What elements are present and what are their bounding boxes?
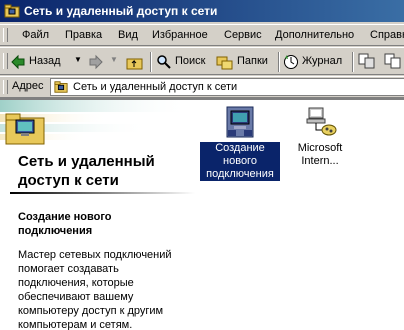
network-connection-icon — [306, 107, 337, 136]
search-button[interactable]: Поиск — [156, 52, 210, 72]
toolbar-separator — [150, 52, 152, 72]
network-folder-large-icon — [5, 113, 45, 145]
address-grip[interactable] — [3, 80, 8, 94]
up-folder-button[interactable] — [126, 52, 146, 72]
internet-connection-label: Microsoft Intern... — [297, 142, 343, 167]
history-icon — [284, 55, 298, 69]
address-label: Адрес — [12, 80, 44, 92]
selected-item-description: Мастер сетевых подключений помогает созд… — [18, 249, 172, 330]
new-connection-label: Создание нового подключения — [200, 142, 280, 181]
menu-help[interactable]: Справка — [370, 29, 404, 41]
history-button[interactable]: Журнал — [283, 52, 345, 72]
search-label: Поиск — [175, 55, 206, 67]
folders-label: Папки — [237, 55, 268, 67]
network-folder-icon — [4, 4, 20, 18]
standard-toolbar: Назад ▼ ▼ Поиск Папки Журнал — [0, 47, 404, 75]
selected-item-title: Создание нового подключения — [18, 211, 112, 237]
toolbar-grip[interactable] — [3, 53, 8, 69]
menu-file[interactable]: Файл — [22, 29, 49, 41]
new-connection-item[interactable]: Создание нового подключения — [200, 106, 280, 181]
forward-button[interactable]: ▼ — [88, 52, 122, 72]
folders-button[interactable]: Папки — [216, 52, 272, 72]
address-bar: Адрес Сеть и удаленный доступ к сети — [0, 76, 404, 98]
menu-grip[interactable] — [3, 28, 8, 42]
title-divider — [10, 192, 195, 194]
address-field[interactable]: Сеть и удаленный доступ к сети — [50, 78, 404, 96]
window-title: Сеть и удаленный доступ к сети — [24, 4, 218, 18]
title-bar[interactable]: Сеть и удаленный доступ к сети — [0, 0, 404, 22]
back-button[interactable]: Назад ▼ — [10, 52, 82, 72]
network-folder-icon — [54, 81, 68, 93]
menu-advanced[interactable]: Дополнительно — [275, 29, 354, 41]
back-arrow-icon — [11, 54, 25, 70]
content-area: Сеть и удаленный доступ к сети Создание … — [0, 98, 404, 330]
menu-tools[interactable]: Сервис — [224, 29, 262, 41]
forward-arrow-icon — [89, 54, 103, 70]
forward-dropdown-icon[interactable]: ▼ — [110, 55, 118, 64]
toolbar-separator — [278, 52, 280, 72]
folders-icon — [216, 56, 233, 70]
address-value: Сеть и удаленный доступ к сети — [73, 81, 238, 93]
menu-favorites[interactable]: Избранное — [152, 29, 208, 41]
search-icon — [157, 55, 171, 69]
page-title: Сеть и удаленный доступ к сети — [18, 153, 155, 189]
menu-bar: Файл Правка Вид Избранное Сервис Дополни… — [0, 24, 404, 46]
internet-connection-item[interactable]: Microsoft Intern... — [280, 106, 360, 168]
back-label: Назад — [29, 55, 61, 67]
menu-view[interactable]: Вид — [118, 29, 138, 41]
copy-to-icon — [384, 53, 401, 69]
move-to-icon — [358, 53, 375, 69]
new-connection-icon — [226, 106, 254, 138]
back-dropdown-icon[interactable]: ▼ — [74, 55, 82, 64]
web-view-banner — [0, 100, 190, 145]
up-folder-icon — [126, 58, 143, 70]
copy-to-button[interactable] — [384, 52, 402, 72]
history-label: Журнал — [302, 55, 343, 67]
web-view-pane: Сеть и удаленный доступ к сети Создание … — [0, 100, 195, 330]
toolbar-separator — [352, 52, 354, 72]
menu-edit[interactable]: Правка — [65, 29, 102, 41]
move-to-button[interactable] — [358, 52, 376, 72]
